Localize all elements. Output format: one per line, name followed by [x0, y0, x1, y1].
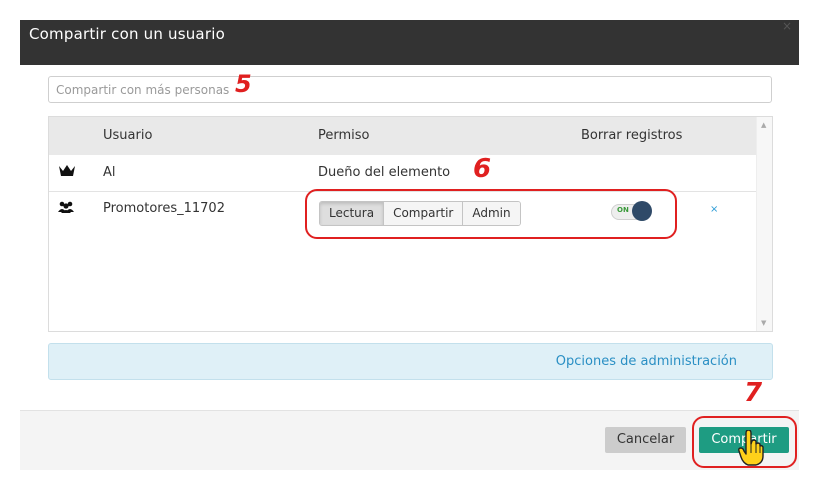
column-header-permission: Permiso [318, 128, 370, 143]
scroll-up-icon[interactable]: ▲ [761, 121, 766, 129]
user-name: Al [103, 165, 116, 180]
annotation-step-7: 7 [744, 378, 763, 408]
user-name: Promotores_11702 [103, 201, 225, 216]
column-header-user: Usuario [103, 128, 153, 143]
permission-owner-text: Dueño del elemento [318, 165, 451, 180]
share-dialog: Compartir con un usuario × Usuario Permi… [20, 19, 799, 470]
dialog-header: Compartir con un usuario × [20, 19, 799, 65]
admin-options-link[interactable]: Opciones de administración [556, 354, 737, 369]
annotation-step-5: 5 [235, 70, 252, 98]
annotation-ring-permissions [305, 189, 677, 239]
scroll-down-icon[interactable]: ▼ [761, 319, 766, 327]
table-scrollbar[interactable]: ▲ ▼ [756, 117, 772, 331]
close-icon[interactable]: × [782, 19, 792, 33]
admin-options-panel: Opciones de administración [48, 343, 773, 380]
annotation-step-6: 6 [473, 154, 492, 184]
column-header-delete-records: Borrar registros [581, 128, 683, 143]
table-header: Usuario Permiso Borrar registros [49, 117, 757, 155]
dialog-footer: Cancelar Compartir [20, 410, 799, 470]
dialog-title: Compartir con un usuario [29, 25, 225, 43]
table-row: Al Dueño del elemento [49, 155, 757, 192]
remove-user-icon[interactable]: × [710, 204, 718, 215]
group-icon [58, 200, 74, 218]
crown-icon [58, 163, 76, 181]
hand-cursor-icon [738, 429, 764, 470]
share-search-input[interactable] [48, 76, 772, 103]
cancel-button[interactable]: Cancelar [605, 427, 686, 453]
